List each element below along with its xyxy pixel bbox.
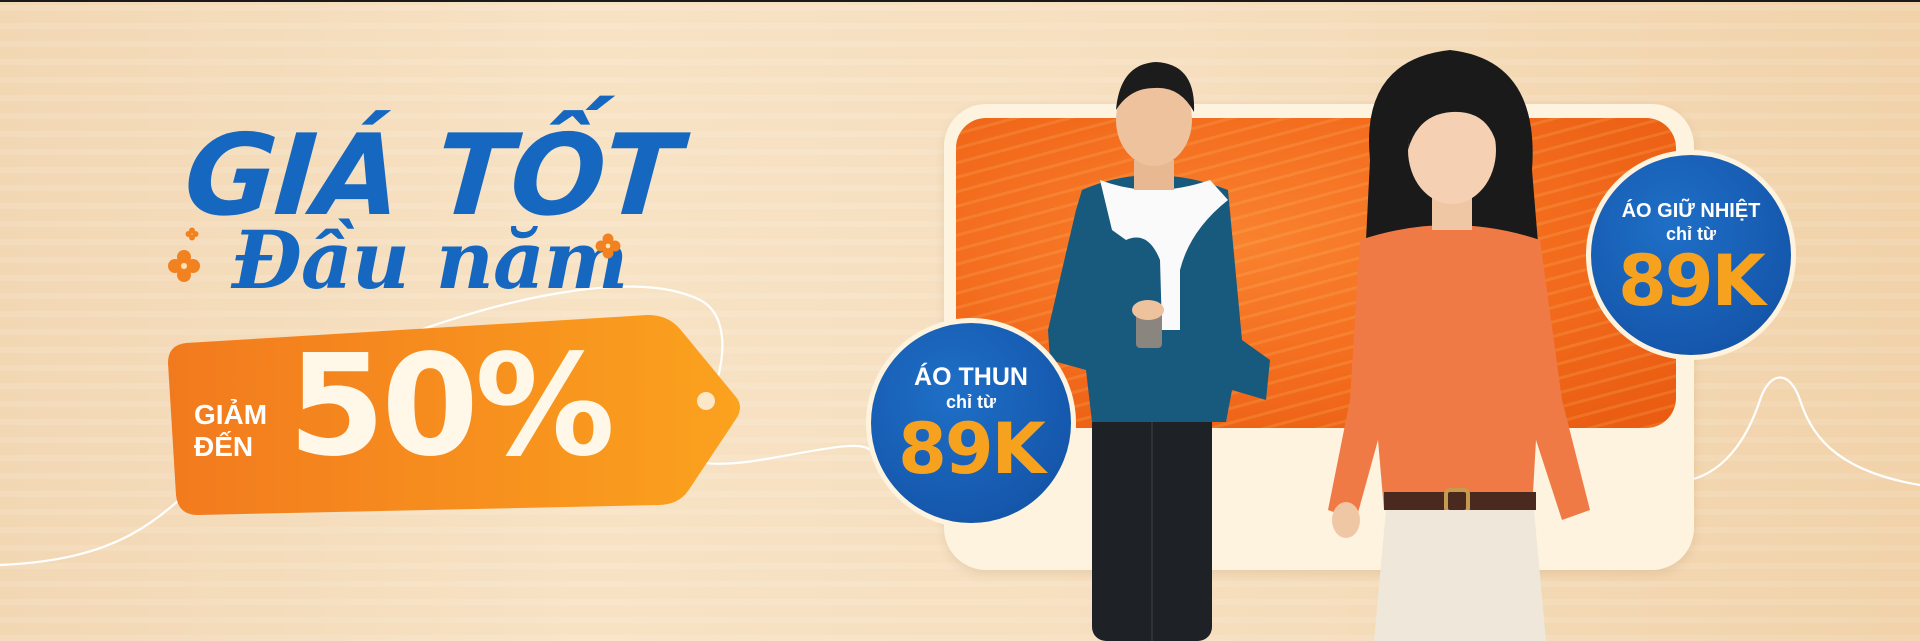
- flower-icon: [168, 250, 200, 282]
- badge-title: ÁO GIỮ NHIỆT: [1621, 200, 1761, 222]
- badge-price: 89K: [1618, 240, 1766, 322]
- discount-price-tag[interactable]: GIẢM ĐẾN 50%: [168, 315, 744, 515]
- thermal-shirt-price-badge[interactable]: ÁO GIỮ NHIỆT chỉ từ 89K: [1586, 150, 1796, 360]
- tag-prefix-line1: GIẢM: [194, 399, 268, 430]
- tag-prefix-text: GIẢM ĐẾN: [194, 399, 268, 463]
- headline-dau-nam: Đầu năm: [232, 213, 628, 307]
- flower-icon: [595, 233, 621, 259]
- tag-prefix-line2: ĐẾN: [194, 431, 254, 462]
- man-model-image[interactable]: [1030, 40, 1290, 641]
- badge-title: ÁO THUN: [914, 363, 1028, 391]
- tshirt-price-badge[interactable]: ÁO THUN chỉ từ 89K: [866, 318, 1076, 528]
- woman-model-image[interactable]: [1300, 40, 1640, 641]
- discount-value: 50%: [288, 325, 615, 488]
- promo-banner[interactable]: GIÁ TỐT Đầu năm GIẢM ĐẾN 50% ÁO THUN chỉ…: [0, 0, 1920, 641]
- badge-price: 89K: [898, 408, 1046, 490]
- flower-icon: [185, 227, 199, 241]
